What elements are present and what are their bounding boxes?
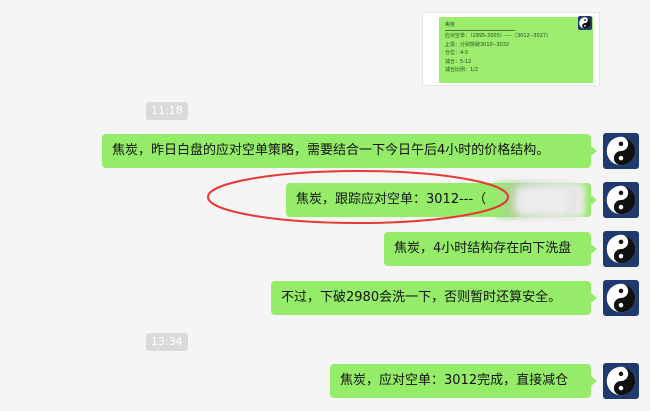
avatar[interactable]: [603, 363, 639, 399]
yin-yang-icon: [606, 366, 636, 396]
avatar[interactable]: [603, 133, 639, 169]
chat-pane: 焦炭 应对空单：（2995-3005）----（3012--3027） 止损：分…: [0, 0, 650, 411]
message-bubble[interactable]: 焦炭，昨日白盘的应对空单策略，需要结合一下今日午后4小时的价格结构。: [102, 134, 597, 168]
message-bubble[interactable]: 焦炭，4小时结构存在向下洗盘: [384, 232, 597, 266]
avatar[interactable]: [603, 280, 639, 316]
redaction-blur: [515, 186, 570, 216]
image-line: 减仓：5-12: [445, 58, 472, 65]
timestamp: 11:18: [146, 102, 188, 120]
yin-yang-icon: [606, 283, 636, 313]
image-text-content: 焦炭 应对空单：（2995-3005）----（3012--3027） 止损：分…: [439, 17, 593, 83]
avatar[interactable]: [603, 231, 639, 267]
avatar[interactable]: [578, 16, 592, 30]
image-message[interactable]: 焦炭 应对空单：（2995-3005）----（3012--3027） 止损：分…: [422, 12, 600, 86]
message-bubble[interactable]: 焦炭，应对空单：3012完成，直接减仓: [330, 364, 597, 398]
yin-yang-icon: [606, 185, 636, 215]
message-bubble[interactable]: 不过，下破2980会洗一下，否则暂时还算安全。: [271, 281, 597, 315]
avatar[interactable]: [603, 182, 639, 218]
yin-yang-icon: [606, 136, 636, 166]
timestamp: 13:34: [146, 333, 188, 351]
yin-yang-icon: [606, 234, 636, 264]
image-line: 焦炭: [445, 22, 456, 28]
image-line: 止损：分别突破3010--3032: [445, 41, 510, 48]
image-divider: [445, 30, 515, 32]
image-line: 减仓比例：1/2: [445, 67, 479, 74]
image-line: 应对空单：（2995-3005）----（3012--3027）: [445, 33, 552, 40]
yin-yang-icon: [579, 17, 591, 29]
image-line: 仓位：4-5: [445, 50, 469, 57]
